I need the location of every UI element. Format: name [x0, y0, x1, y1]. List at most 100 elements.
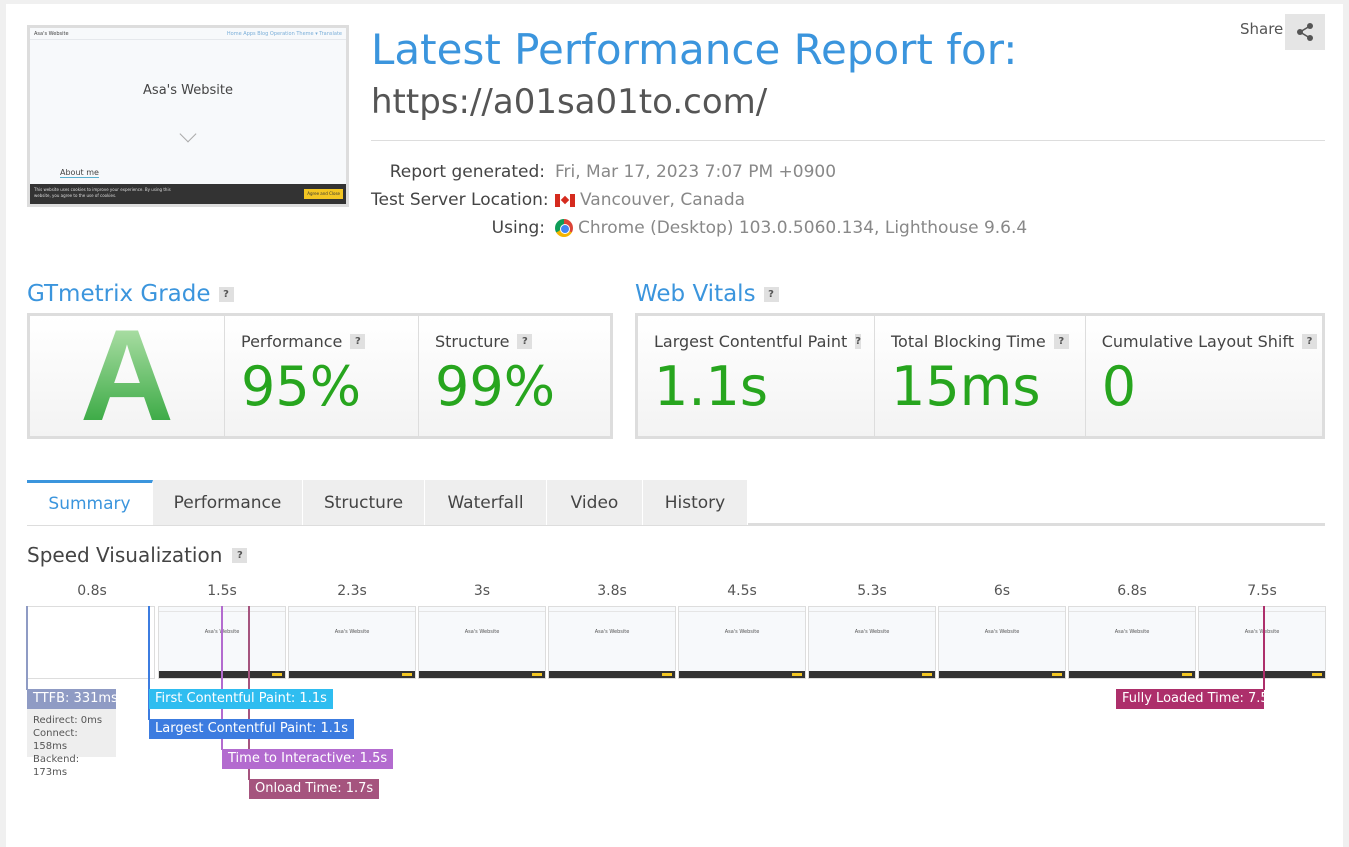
- time-tick: 2.3s: [337, 583, 367, 599]
- thumb-about: About me: [60, 168, 99, 178]
- site-screenshot: Asa's Website Home Apps Blog Operation Th…: [27, 25, 349, 207]
- tab-waterfall[interactable]: Waterfall: [425, 480, 547, 525]
- tti-marker: Time to Interactive: 1.5s: [222, 749, 394, 769]
- filmstrip-frame[interactable]: Asa's Website: [678, 606, 806, 679]
- tab-summary[interactable]: Summary: [27, 480, 153, 525]
- time-tick: 3s: [473, 583, 491, 599]
- ttfb-details: Redirect: 0ms Connect: 158ms Backend: 17…: [27, 709, 116, 778]
- metric-label: Performance: [241, 332, 343, 351]
- metric-label: Cumulative Layout Shift: [1101, 332, 1294, 351]
- filmstrip-frame[interactable]: Asa's Website: [418, 606, 546, 679]
- tbt-value: 15ms: [891, 355, 1041, 418]
- structure-score: 99%: [435, 355, 556, 418]
- help-icon[interactable]: ?: [855, 334, 862, 349]
- web-vitals-heading: Web Vitals?: [635, 281, 779, 307]
- help-icon[interactable]: ?: [218, 286, 234, 302]
- fcp-marker: First Contentful Paint: 1.1s: [149, 689, 333, 709]
- metric-label: Structure: [435, 332, 510, 351]
- tab-video[interactable]: Video: [547, 480, 643, 525]
- time-tick: 1.5s: [207, 583, 237, 599]
- info-value: Fri, Mar 17, 2023 7:07 PM +0900: [555, 162, 837, 182]
- frame-title: Asa's Website: [724, 629, 760, 635]
- help-icon[interactable]: ?: [232, 547, 248, 563]
- time-tick: 7.5s: [1247, 583, 1277, 599]
- grade-cell: A: [30, 310, 225, 440]
- chrome-icon: [555, 219, 573, 237]
- ttfb-line: [26, 606, 28, 690]
- filmstrip-frame[interactable]: Asa's Website: [548, 606, 676, 679]
- info-using: Using: Chrome (Desktop) 103.0.5060.134, L…: [371, 218, 1028, 238]
- filmstrip-frame[interactable]: Asa's Website: [808, 606, 936, 679]
- thumb-cookie-bar: This website uses cookies to improve you…: [30, 184, 346, 204]
- share-label: Share: [1240, 20, 1284, 38]
- time-tick: 6.8s: [1117, 583, 1147, 599]
- frame-title: Asa's Website: [464, 629, 500, 635]
- frame-title: Asa's Website: [984, 629, 1020, 635]
- time-tick: 3.8s: [597, 583, 627, 599]
- info-report-generated: Report generated: Fri, Mar 17, 2023 7:07 …: [371, 162, 836, 182]
- ttfb-marker: TTFB: 331ms: [27, 689, 118, 709]
- lcp-value: 1.1s: [654, 355, 769, 418]
- tab-structure[interactable]: Structure: [303, 480, 425, 525]
- filmstrip-frame[interactable]: Asa's Website: [1068, 606, 1196, 679]
- fully-loaded-line: [1263, 606, 1265, 690]
- ttfb-redirect: Redirect: 0ms: [33, 715, 103, 726]
- fully-loaded-marker: Fully Loaded Time: 7.5s: [1116, 689, 1275, 709]
- share-button[interactable]: [1285, 14, 1325, 50]
- info-value: Chrome (Desktop) 103.0.5060.134, Lightho…: [578, 218, 1028, 238]
- info-location: Test Server Location: Vancouver, Canada: [371, 190, 745, 210]
- ttfb-connect: Connect: 158ms: [33, 728, 78, 752]
- filmstrip-frame[interactable]: Asa's Website: [938, 606, 1066, 679]
- structure-cell: Structure? 99%: [419, 316, 610, 436]
- cls-cell: Cumulative Layout Shift? 0: [1086, 316, 1333, 436]
- metric-label: Largest Contentful Paint: [654, 332, 848, 351]
- lcp-cell: Largest Contentful Paint? 1.1s: [638, 316, 875, 436]
- help-icon[interactable]: ?: [1301, 334, 1317, 349]
- info-value: Vancouver, Canada: [580, 190, 746, 210]
- heading-text: Web Vitals: [635, 281, 756, 307]
- frame-title: Asa's Website: [1114, 629, 1150, 635]
- report-tabs: Summary Performance Structure Waterfall …: [27, 480, 748, 525]
- filmstrip-frame[interactable]: Asa's Website: [288, 606, 416, 679]
- tab-history[interactable]: History: [643, 480, 748, 525]
- chevron-down-icon: [179, 125, 197, 143]
- frame-title: Asa's Website: [1244, 629, 1280, 635]
- report-url: https://a01sa01to.com/: [371, 82, 768, 122]
- time-tick: 5.3s: [857, 583, 887, 599]
- grade-panel: A Performance? 95% Structure? 99%: [27, 310, 613, 440]
- onload-marker: Onload Time: 1.7s: [249, 779, 380, 799]
- thumb-nav: Home Apps Blog Operation Theme ▾ Transla…: [226, 31, 342, 37]
- thumb-cookie-text: This website uses cookies to improve you…: [34, 187, 171, 198]
- info-label: Test Server Location:: [371, 190, 549, 210]
- time-tick: 4.5s: [727, 583, 757, 599]
- canada-flag-icon: [555, 193, 575, 207]
- frame-title: Asa's Website: [854, 629, 890, 635]
- grade-letter: A: [30, 310, 224, 440]
- ttfb-backend: Backend: 173ms: [33, 754, 80, 778]
- info-label: Report generated:: [389, 162, 545, 182]
- frame-title: Asa's Website: [334, 629, 370, 635]
- help-icon[interactable]: ?: [350, 334, 366, 349]
- heading-text: Speed Visualization: [27, 543, 223, 567]
- divider: [371, 140, 1325, 141]
- thumb-brand: Asa's Website: [34, 31, 69, 37]
- help-icon[interactable]: ?: [763, 286, 779, 302]
- share-icon: [1297, 23, 1313, 41]
- metric-label: Total Blocking Time: [891, 332, 1046, 351]
- help-icon[interactable]: ?: [517, 334, 533, 349]
- lcp-marker: Largest Contentful Paint: 1.1s: [149, 719, 354, 739]
- time-tick: 6s: [993, 583, 1011, 599]
- performance-cell: Performance? 95%: [225, 316, 419, 436]
- thumb-agree: Agree and Close: [304, 189, 343, 199]
- help-icon[interactable]: ?: [1053, 334, 1069, 349]
- frame-title: Asa's Website: [594, 629, 630, 635]
- thumb-title: Asa's Website: [143, 83, 233, 98]
- speed-visualization-heading: Speed Visualization?: [27, 543, 248, 567]
- time-tick: 0.8s: [77, 583, 107, 599]
- page-title: Latest Performance Report for:: [371, 25, 1018, 74]
- blank-frame: [27, 606, 155, 679]
- filmstrip-frame[interactable]: Asa's Website: [1198, 606, 1326, 679]
- tbt-cell: Total Blocking Time? 15ms: [875, 316, 1086, 436]
- tab-performance[interactable]: Performance: [153, 480, 303, 525]
- cls-value: 0: [1101, 355, 1137, 418]
